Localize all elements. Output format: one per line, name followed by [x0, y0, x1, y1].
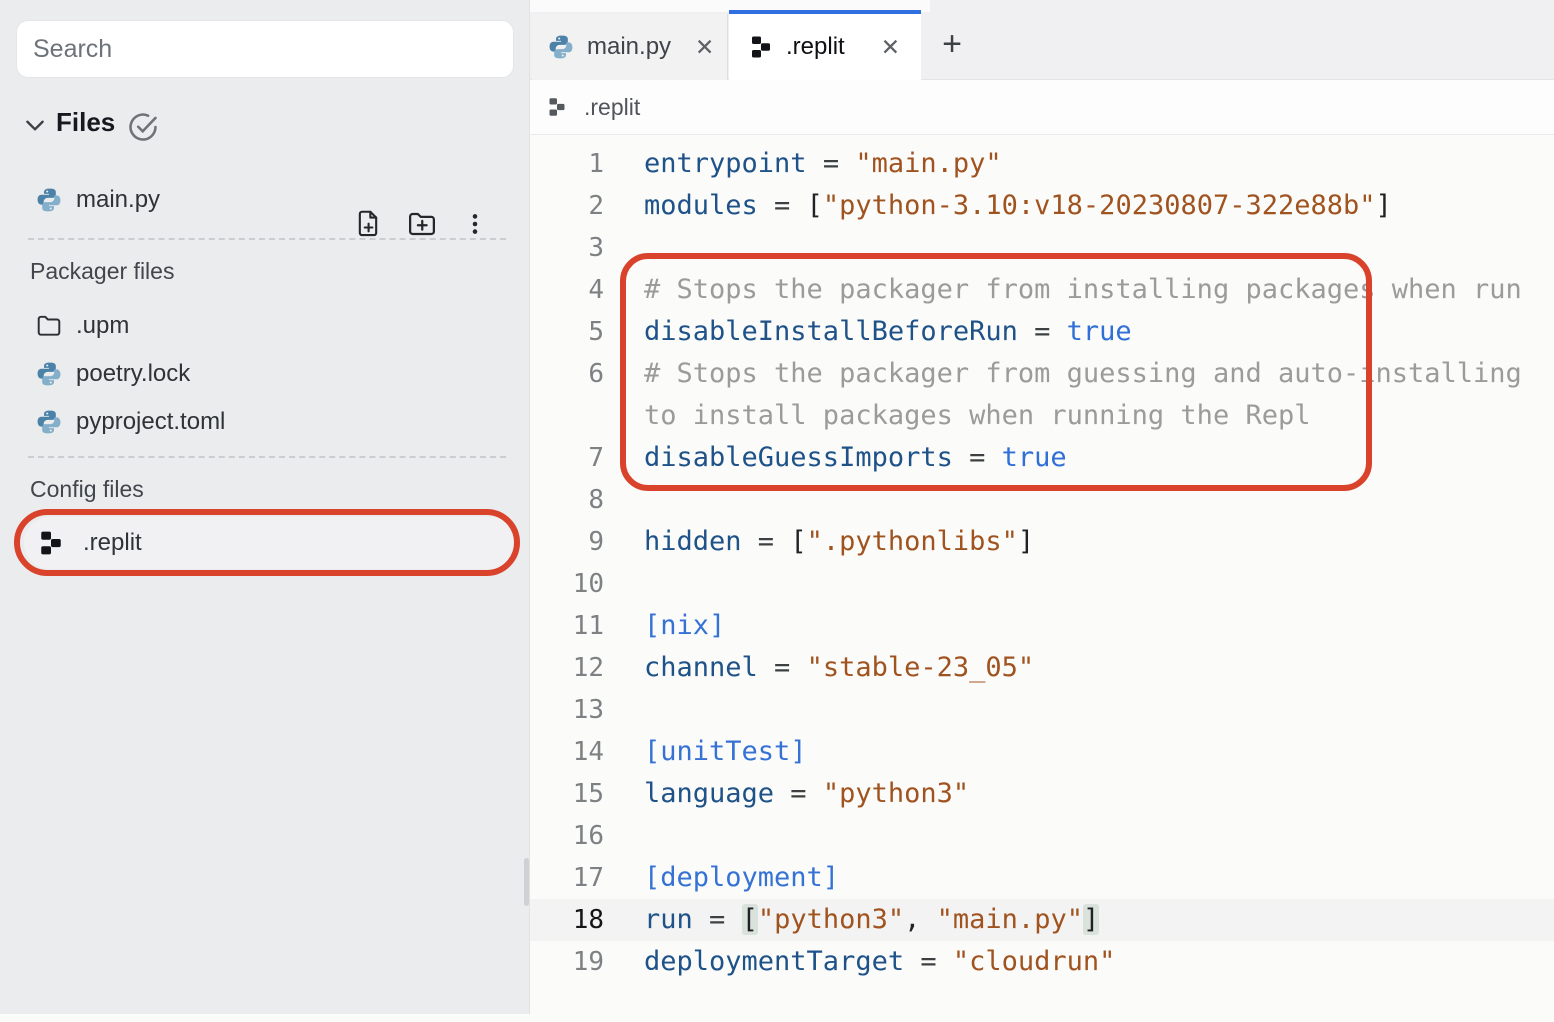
line-number: 6	[530, 353, 604, 395]
code-line: 2 modules = ["python-3.10:v18-20230807-32…	[530, 185, 1554, 227]
line-number: 1	[530, 143, 604, 185]
chevron-down-icon[interactable]	[22, 112, 48, 138]
code-line: 17 [deployment]	[530, 857, 1554, 899]
line-number: 11	[530, 605, 604, 647]
code-lines: 1 entrypoint = "main.py" 2 modules = ["pyth…	[530, 143, 1554, 983]
search-input[interactable]: Search	[16, 20, 514, 78]
code-editor[interactable]: 1 entrypoint = "main.py" 2 modules = ["pyth…	[530, 135, 1554, 1022]
code-line: 13	[530, 689, 1554, 731]
line-number: 7	[530, 437, 604, 479]
file-row-mainpy[interactable]: main.py	[0, 176, 530, 224]
code-text: language = "python3"	[644, 773, 969, 815]
file-name: main.py	[76, 186, 160, 214]
line-number: 2	[530, 185, 604, 227]
tab-label: main.py	[587, 33, 671, 61]
file-row-pyprojecttoml[interactable]: pyproject.toml	[0, 398, 530, 446]
python-file-icon	[36, 409, 62, 435]
folder-icon	[36, 313, 62, 339]
files-section-title: Files	[56, 107, 115, 138]
code-text: to install packages when running the Rep…	[644, 395, 1310, 437]
code-line: 3	[530, 227, 1554, 269]
code-text: channel = "stable-23_05"	[644, 647, 1034, 689]
code-text: # Stops the packager from guessing and a…	[644, 353, 1522, 395]
close-tab-icon[interactable]: ✕	[875, 32, 906, 63]
code-text: [nix]	[644, 605, 725, 647]
code-text: # Stops the packager from installing pac…	[644, 269, 1522, 311]
line-number: 4	[530, 269, 604, 311]
divider	[28, 456, 506, 458]
code-line: 16	[530, 815, 1554, 857]
new-tab-button[interactable]: +	[930, 22, 974, 66]
code-line: 11 [nix]	[530, 605, 1554, 647]
code-text: [unitTest]	[644, 731, 807, 773]
tab-label: .replit	[786, 33, 845, 61]
search-placeholder: Search	[33, 35, 112, 64]
replit-file-icon	[547, 97, 567, 117]
breadcrumb: .replit	[530, 80, 1554, 135]
line-number: 14	[530, 731, 604, 773]
file-row-upm[interactable]: .upm	[0, 302, 530, 350]
python-file-icon	[36, 361, 62, 387]
code-line: 15 language = "python3"	[530, 773, 1554, 815]
line-number: 18	[530, 899, 604, 941]
file-name: .upm	[76, 312, 129, 340]
code-line: 7 disableGuessImports = true	[530, 437, 1554, 479]
code-line: 1 entrypoint = "main.py"	[530, 143, 1554, 185]
line-number: 16	[530, 815, 604, 857]
file-row-replit[interactable]: .replit	[0, 517, 530, 569]
close-tab-icon[interactable]: ✕	[689, 32, 720, 63]
code-text: disableInstallBeforeRun = true	[644, 311, 1132, 353]
code-line: 18 run = ["python3", "main.py"]	[530, 899, 1554, 941]
line-number: 17	[530, 857, 604, 899]
code-line: 19 deploymentTarget = "cloudrun"	[530, 941, 1554, 983]
code-text: modules = ["python-3.10:v18-20230807-322…	[644, 185, 1392, 227]
line-number: 8	[530, 479, 604, 521]
breadcrumb-file-name: .replit	[584, 94, 640, 121]
python-file-icon	[36, 187, 62, 213]
replit-file-icon	[38, 530, 64, 556]
code-line: 8	[530, 479, 1554, 521]
code-line: 10	[530, 563, 1554, 605]
editor-pane: main.py ✕ .replit ✕ + .replit 1 entrypoin…	[530, 0, 1554, 1014]
line-number: 12	[530, 647, 604, 689]
file-name: .replit	[83, 529, 142, 557]
code-text: [deployment]	[644, 857, 839, 899]
tab-bar: main.py ✕ .replit ✕ +	[530, 0, 1554, 80]
code-line: 5 disableInstallBeforeRun = true	[530, 311, 1554, 353]
code-text: entrypoint = "main.py"	[644, 143, 1002, 185]
line-number: 5	[530, 311, 604, 353]
line-number: 3	[530, 227, 604, 269]
tab-replit[interactable]: .replit ✕	[729, 10, 921, 80]
sidebar-scrollbar-thumb[interactable]	[524, 858, 529, 906]
check-circle-icon	[126, 110, 160, 144]
line-number: 10	[530, 563, 604, 605]
code-text: deploymentTarget = "cloudrun"	[644, 941, 1115, 983]
code-text: disableGuessImports = true	[644, 437, 1067, 479]
line-number: 19	[530, 941, 604, 983]
python-file-icon	[548, 34, 574, 60]
code-line: 4 # Stops the packager from installing pa…	[530, 269, 1554, 311]
section-label-packager: Packager files	[30, 258, 174, 285]
code-line: 9 hidden = [".pythonlibs"]	[530, 521, 1554, 563]
divider	[28, 238, 506, 240]
files-header: Files	[0, 100, 530, 150]
section-label-config: Config files	[30, 476, 144, 503]
code-line: to install packages when running the Rep…	[530, 395, 1554, 437]
code-text: hidden = [".pythonlibs"]	[644, 521, 1034, 563]
file-row-poetrylock[interactable]: poetry.lock	[0, 350, 530, 398]
line-number: 15	[530, 773, 604, 815]
code-line: 6 # Stops the packager from guessing and …	[530, 353, 1554, 395]
replit-file-icon	[749, 35, 773, 59]
code-text: run = ["python3", "main.py"]	[644, 899, 1099, 941]
file-sidebar: Search Files main.py Packager files .upm…	[0, 0, 530, 1014]
file-name: pyproject.toml	[76, 408, 225, 436]
line-number: 9	[530, 521, 604, 563]
file-name: poetry.lock	[76, 360, 190, 388]
code-line: 14 [unitTest]	[530, 731, 1554, 773]
code-line: 12 channel = "stable-23_05"	[530, 647, 1554, 689]
tab-mainpy[interactable]: main.py ✕	[532, 14, 728, 80]
line-number: 13	[530, 689, 604, 731]
